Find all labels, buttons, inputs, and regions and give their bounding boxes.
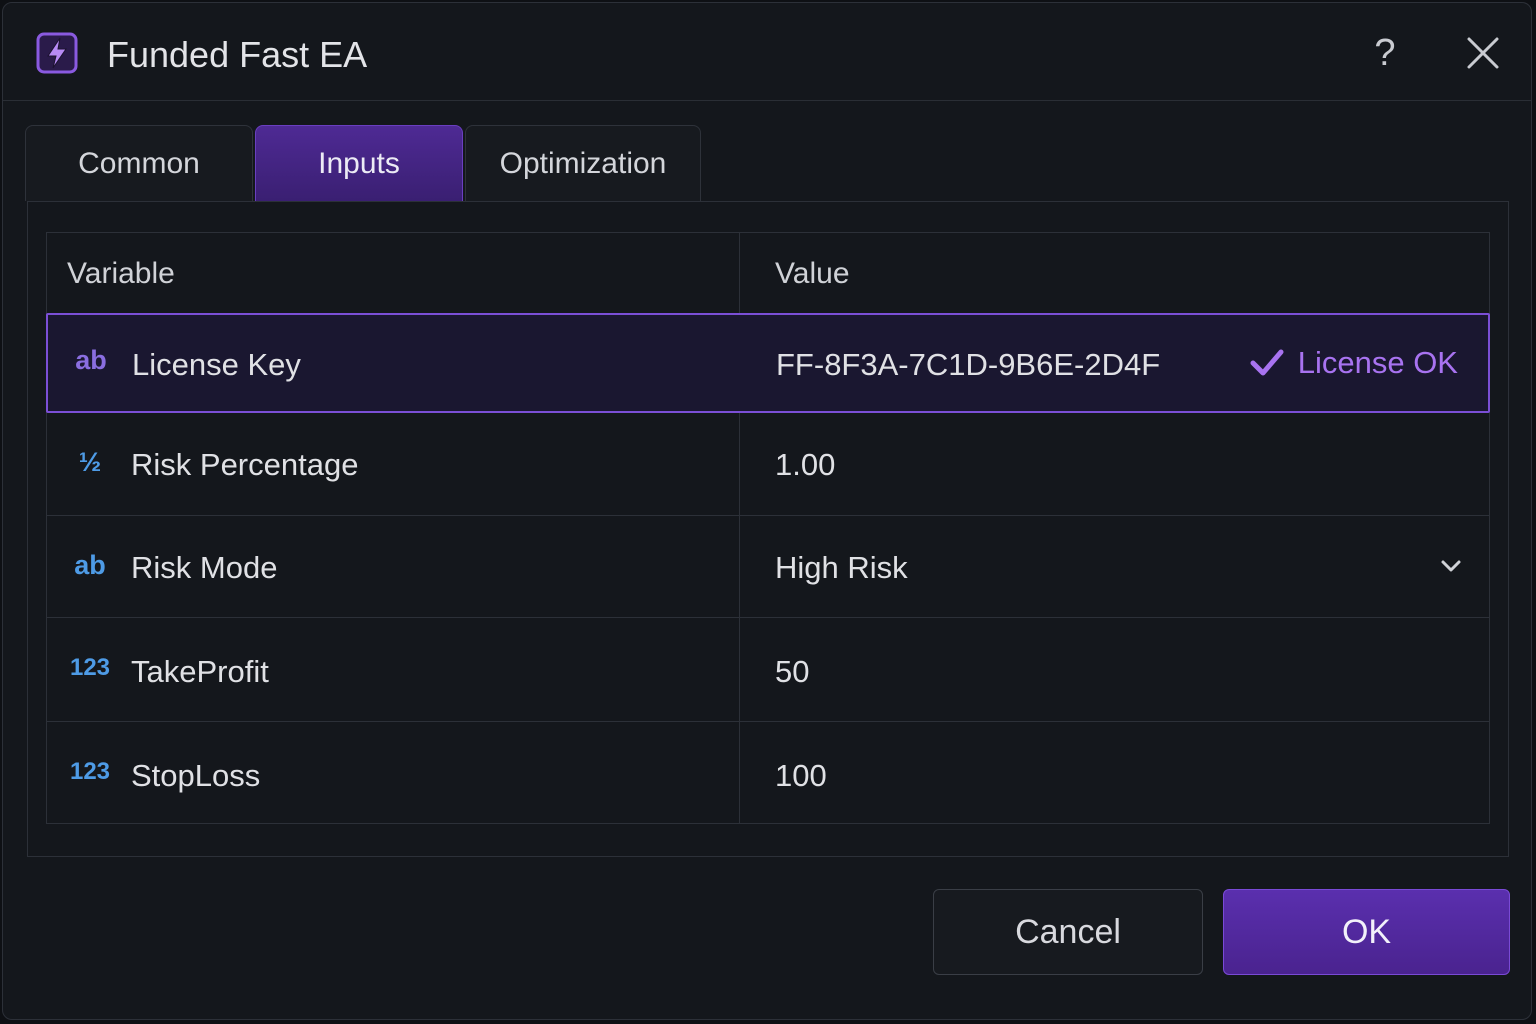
cancel-button[interactable]: Cancel [933,889,1203,975]
tab-common[interactable]: Common [25,125,253,201]
window-title: Funded Fast EA [107,34,368,75]
variable-name: StopLoss [131,758,261,793]
table-row-license-key[interactable]: ab License Key FF-8F3A-7C1D-9B6E-2D4F Li… [46,313,1490,413]
title-bar: Funded Fast EA ? [3,3,1531,101]
integer-type-icon: 123 [69,758,111,785]
help-button[interactable]: ? [1363,29,1407,77]
risk-percentage-value[interactable]: 1.00 [775,447,835,483]
table-row-risk-percentage[interactable]: ½ Risk Percentage 1.00 [47,413,1489,515]
table-row-takeprofit[interactable]: 123 TakeProfit 50 [47,617,1489,721]
string-type-icon: ab [75,345,107,375]
variable-name: License Key [132,347,301,382]
takeprofit-value[interactable]: 50 [775,654,809,690]
tab-inputs[interactable]: Inputs [255,125,463,201]
integer-type-icon: 123 [69,654,111,681]
ok-button[interactable]: OK [1223,889,1510,975]
license-status-label: License OK [1297,345,1458,380]
expert-properties-dialog: Funded Fast EA ? Common Inputs Optimizat… [2,2,1532,1020]
risk-mode-value[interactable]: High Risk [775,550,908,586]
variable-name: Risk Percentage [131,447,359,482]
close-icon[interactable] [1459,29,1507,77]
double-type-icon: ½ [78,447,102,477]
tab-optimization[interactable]: Optimization [465,125,701,201]
checkmark-icon [1250,349,1284,376]
lightning-bolt-icon [36,32,78,74]
variable-name: Risk Mode [131,550,278,585]
header-value: Value [775,257,850,290]
license-status: License OK [1250,345,1458,381]
table-row-stoploss[interactable]: 123 StopLoss 100 [47,721,1489,823]
inputs-table: Variable Value ab License Key FF-8F3A-7C… [46,232,1490,824]
enum-type-icon: ab [74,550,106,580]
chevron-down-icon[interactable] [1437,552,1465,580]
header-variable: Variable [67,257,175,290]
variable-name: TakeProfit [131,654,269,689]
license-key-value[interactable]: FF-8F3A-7C1D-9B6E-2D4F [776,347,1160,383]
inputs-panel: Variable Value ab License Key FF-8F3A-7C… [27,201,1509,857]
stoploss-value[interactable]: 100 [775,758,827,794]
table-row-risk-mode[interactable]: ab Risk Mode High Risk [47,515,1489,617]
